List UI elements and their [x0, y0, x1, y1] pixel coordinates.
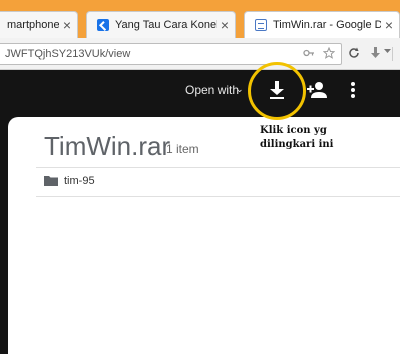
- chevron-down-icon[interactable]: ⌄: [236, 84, 244, 95]
- bookmark-star-icon[interactable]: [323, 47, 335, 59]
- url-input[interactable]: JWFTQjhSY213VUk/view: [0, 43, 342, 65]
- tab-label: martphone: C: [7, 19, 59, 31]
- drive-doc-icon: [255, 19, 267, 31]
- viewer-toolbar: Open with ⌄: [0, 70, 400, 117]
- tab-label: Yang Tau Cara Koneksi Wi...: [115, 19, 217, 31]
- folder-title: TimWin.rar: [44, 131, 171, 161]
- browser-download-icon[interactable]: [370, 47, 381, 59]
- tab-close-icon[interactable]: ×: [63, 18, 71, 32]
- annotation-line: dilingkari ini: [260, 139, 334, 150]
- tab-strip: martphone: C × Yang Tau Cara Koneksi Wi.…: [0, 0, 400, 38]
- browser-window: martphone: C × Yang Tau Cara Koneksi Wi.…: [0, 0, 400, 354]
- address-bar: JWFTQjhSY213VUk/view: [0, 38, 400, 70]
- more-vert-icon[interactable]: [350, 81, 356, 99]
- reload-icon[interactable]: [348, 47, 360, 59]
- highlight-circle: [248, 62, 306, 120]
- divider: [36, 196, 400, 197]
- tab-2[interactable]: Yang Tau Cara Koneksi Wi... ×: [86, 11, 236, 38]
- annotation-line: Klik icon yg: [260, 125, 327, 136]
- tab-1[interactable]: martphone: C ×: [0, 11, 78, 38]
- tab-label: TimWin.rar - Google Drive: [273, 19, 381, 31]
- tab-active-drive[interactable]: TimWin.rar - Google Drive ×: [244, 11, 400, 38]
- item-name: tim-95: [64, 175, 95, 187]
- list-item[interactable]: tim-95: [36, 168, 400, 196]
- url-text: JWFTQjhSY213VUk/view: [5, 48, 131, 60]
- open-with-button[interactable]: Open with: [185, 83, 239, 97]
- item-count: 1 item: [166, 142, 199, 156]
- folder-icon: [44, 176, 58, 186]
- tab-close-icon[interactable]: ×: [385, 18, 393, 32]
- chevron-down-icon[interactable]: [384, 48, 391, 54]
- site-icon: [97, 19, 109, 31]
- instruction-annotation: Klik icon yg dilingkari ini: [260, 124, 370, 152]
- toolbar-edge: [392, 47, 400, 61]
- add-person-icon[interactable]: [306, 80, 328, 100]
- key-icon[interactable]: [303, 47, 315, 59]
- tab-close-icon[interactable]: ×: [221, 18, 229, 32]
